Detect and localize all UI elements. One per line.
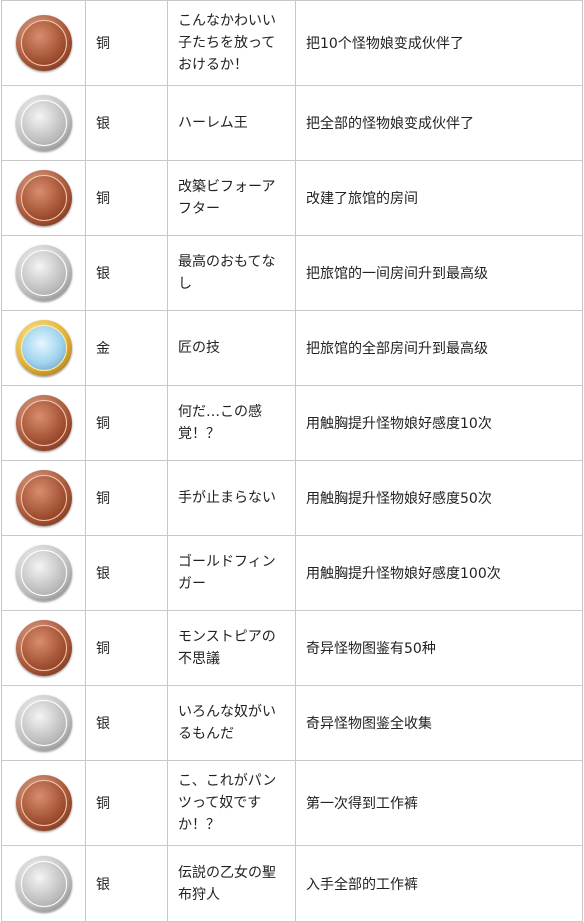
achievement-row: 铜こ、これがパンツって奴ですか！？ 第一次得到工作裤 bbox=[1, 760, 583, 846]
achievement-table: 铜こんなかわいい子たちを放っておけるか！ 把10个怪物娘变成伙伴了银ハーレム王 把全… bbox=[1, 0, 583, 922]
achievement-description: 把旅馆的一间房间升到最高级 bbox=[295, 235, 583, 311]
medal-icon bbox=[15, 170, 72, 226]
tier-label: 金 bbox=[85, 310, 168, 386]
achievement-description: 奇异怪物图鉴全收集 bbox=[295, 685, 583, 761]
achievement-name: 匠の技 bbox=[167, 310, 296, 386]
achievement-description: 用触胸提升怪物娘好感度50次 bbox=[295, 460, 583, 536]
achievement-row: 铜改築ビフォーアフター 改建了旅馆的房间 bbox=[1, 160, 583, 236]
achievement-row: 铜こんなかわいい子たちを放っておけるか！ 把10个怪物娘变成伙伴了 bbox=[1, 0, 583, 86]
achievement-row: 银ゴールドフィンガー 用触胸提升怪物娘好感度100次 bbox=[1, 535, 583, 611]
tier-label: 铜 bbox=[85, 760, 168, 846]
medal-icon bbox=[15, 775, 72, 831]
medal-cell bbox=[1, 760, 86, 846]
achievement-name: モンストピアの不思議 bbox=[167, 610, 296, 686]
achievement-name: ゴールドフィンガー bbox=[167, 535, 296, 611]
achievement-row: 银最高のおもてなし 把旅馆的一间房间升到最高级 bbox=[1, 235, 583, 311]
medal-cell bbox=[1, 685, 86, 761]
medal-icon bbox=[15, 245, 72, 301]
achievement-name: 伝説の乙女の聖布狩人 bbox=[167, 845, 296, 922]
tier-label: 银 bbox=[85, 535, 168, 611]
achievement-row: 铜モンストピアの不思議 奇异怪物图鉴有50种 bbox=[1, 610, 583, 686]
tier-label: 铜 bbox=[85, 160, 168, 236]
achievement-description: 用触胸提升怪物娘好感度10次 bbox=[295, 385, 583, 461]
achievement-name: こんなかわいい子たちを放っておけるか！ bbox=[167, 0, 296, 86]
medal-icon bbox=[15, 95, 72, 151]
medal-icon bbox=[15, 470, 72, 526]
achievement-name: 最高のおもてなし bbox=[167, 235, 296, 311]
medal-cell bbox=[1, 0, 86, 86]
medal-cell bbox=[1, 535, 86, 611]
achievement-row: 铜何だ…この感覚！？ 用触胸提升怪物娘好感度10次 bbox=[1, 385, 583, 461]
medal-icon bbox=[15, 620, 72, 676]
medal-cell bbox=[1, 385, 86, 461]
medal-icon bbox=[15, 395, 72, 451]
tier-label: 铜 bbox=[85, 610, 168, 686]
medal-cell bbox=[1, 85, 86, 161]
medal-icon bbox=[15, 855, 72, 912]
achievement-description: 把全部的怪物娘变成伙伴了 bbox=[295, 85, 583, 161]
achievement-row: 银いろんな奴がいるもんだ 奇异怪物图鉴全收集 bbox=[1, 685, 583, 761]
achievement-description: 第一次得到工作裤 bbox=[295, 760, 583, 846]
achievement-description: 把旅馆的全部房间升到最高级 bbox=[295, 310, 583, 386]
achievement-description: 用触胸提升怪物娘好感度100次 bbox=[295, 535, 583, 611]
tier-label: 铜 bbox=[85, 0, 168, 86]
tier-label: 银 bbox=[85, 685, 168, 761]
medal-cell bbox=[1, 160, 86, 236]
medal-cell bbox=[1, 460, 86, 536]
medal-cell bbox=[1, 310, 86, 386]
medal-icon bbox=[15, 695, 72, 751]
medal-cell bbox=[1, 845, 86, 922]
achievement-name: 改築ビフォーアフター bbox=[167, 160, 296, 236]
tier-label: 铜 bbox=[85, 385, 168, 461]
achievement-name: 手が止まらない bbox=[167, 460, 296, 536]
tier-label: 银 bbox=[85, 235, 168, 311]
medal-icon bbox=[15, 545, 72, 601]
medal-icon bbox=[15, 15, 72, 71]
achievement-description: 入手全部的工作裤 bbox=[295, 845, 583, 922]
achievement-row: 银伝説の乙女の聖布狩人 入手全部的工作裤 bbox=[1, 845, 583, 922]
achievement-description: 奇异怪物图鉴有50种 bbox=[295, 610, 583, 686]
achievement-description: 把10个怪物娘变成伙伴了 bbox=[295, 0, 583, 86]
tier-label: 银 bbox=[85, 85, 168, 161]
achievement-row: 金匠の技 把旅馆的全部房间升到最高级 bbox=[1, 310, 583, 386]
achievement-rows: 铜こんなかわいい子たちを放っておけるか！ 把10个怪物娘变成伙伴了银ハーレム王 把全… bbox=[1, 0, 583, 922]
tier-label: 银 bbox=[85, 845, 168, 922]
achievement-name: こ、これがパンツって奴ですか！？ bbox=[167, 760, 296, 846]
medal-cell bbox=[1, 610, 86, 686]
achievement-name: いろんな奴がいるもんだ bbox=[167, 685, 296, 761]
medal-cell bbox=[1, 235, 86, 311]
achievement-row: 银ハーレム王 把全部的怪物娘变成伙伴了 bbox=[1, 85, 583, 161]
medal-icon bbox=[15, 320, 72, 376]
achievement-row: 铜手が止まらない 用触胸提升怪物娘好感度50次 bbox=[1, 460, 583, 536]
achievement-description: 改建了旅馆的房间 bbox=[295, 160, 583, 236]
achievement-name: ハーレム王 bbox=[167, 85, 296, 161]
achievement-name: 何だ…この感覚！？ bbox=[167, 385, 296, 461]
tier-label: 铜 bbox=[85, 460, 168, 536]
